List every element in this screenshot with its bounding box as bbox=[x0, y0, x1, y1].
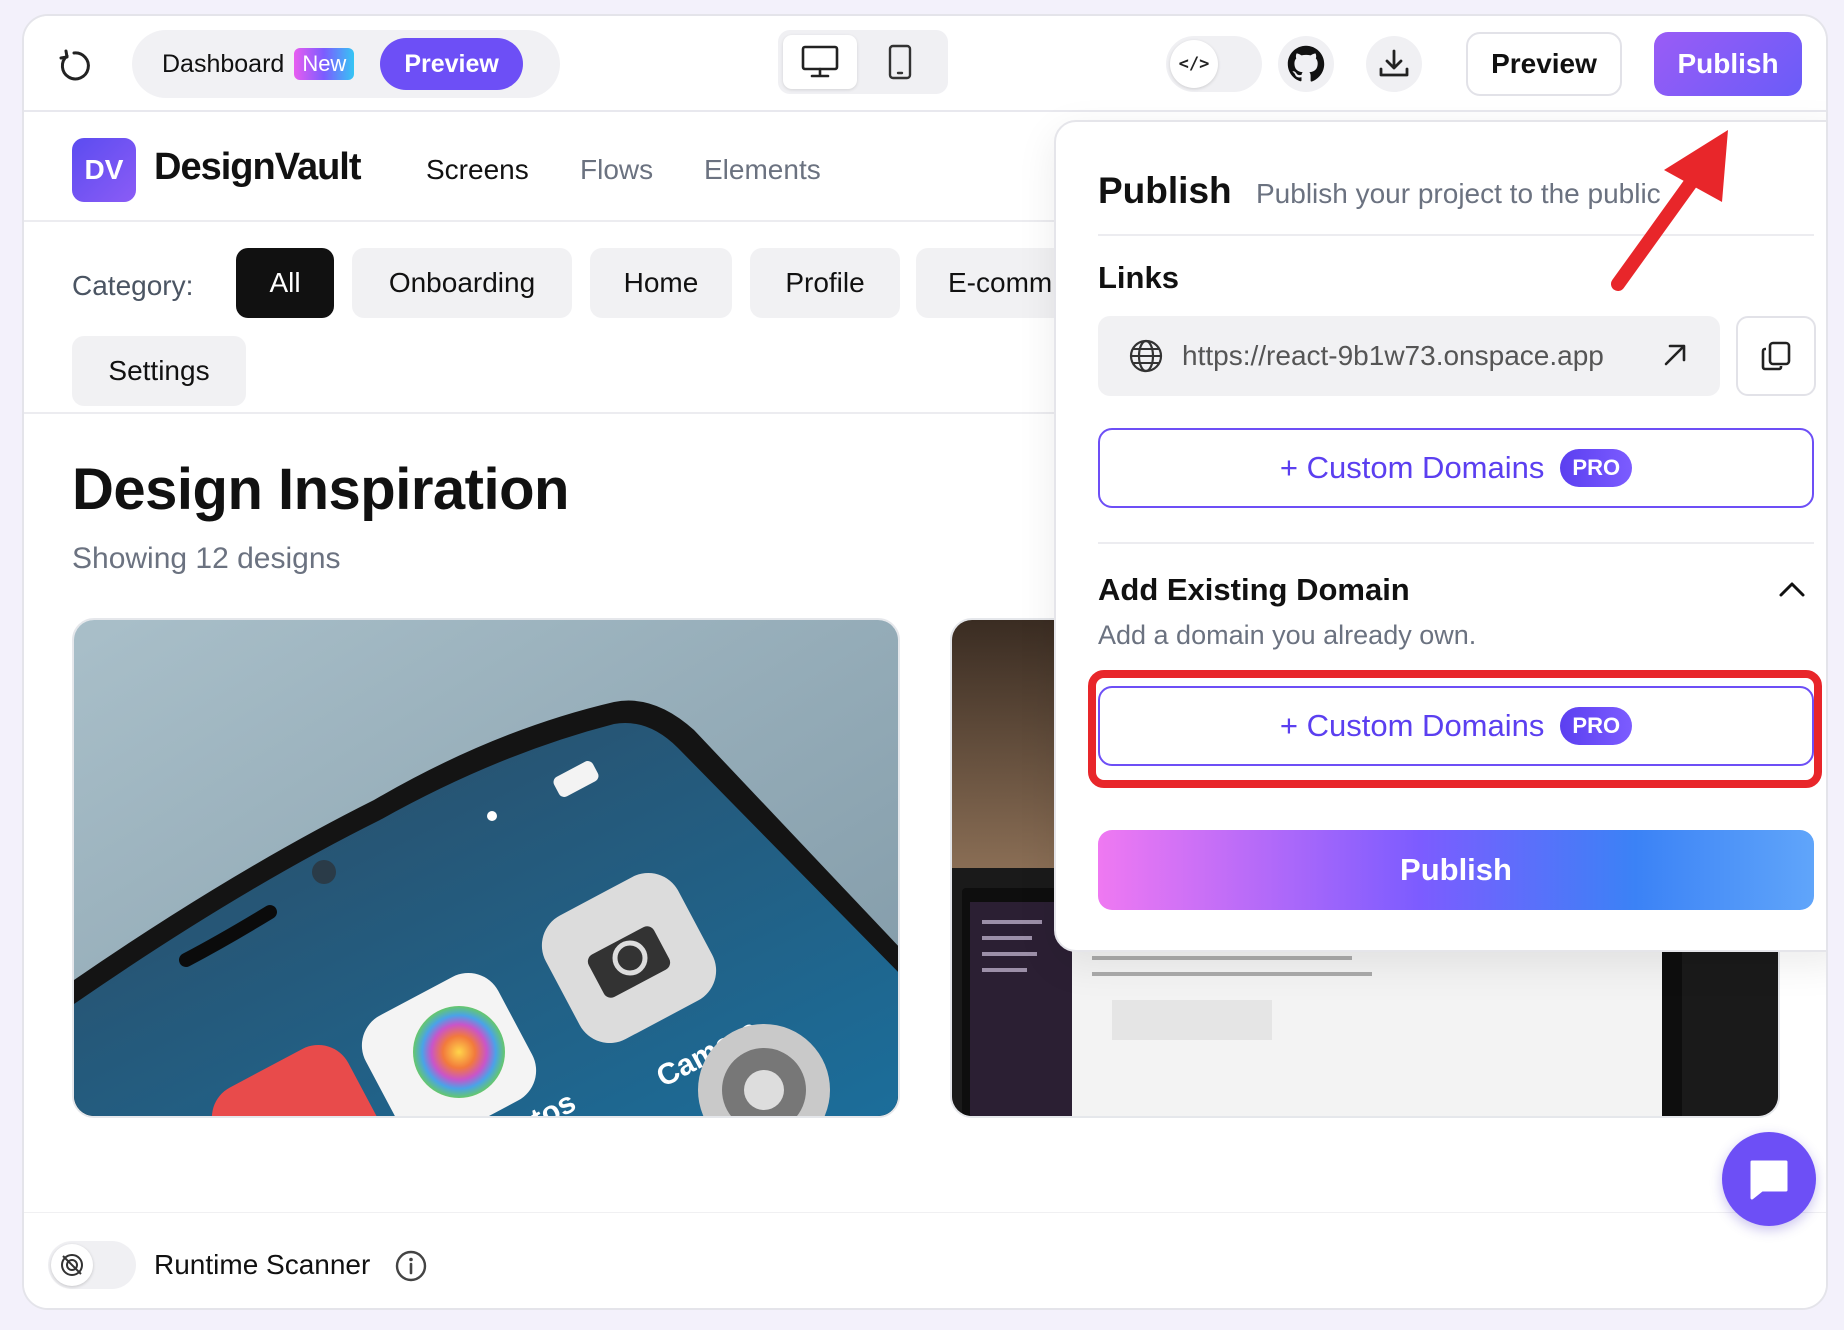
download-icon bbox=[1379, 49, 1409, 77]
logo-text[interactable]: DesignVault bbox=[154, 146, 361, 189]
category-chip-profile[interactable]: Profile bbox=[750, 248, 900, 318]
github-icon bbox=[1287, 45, 1325, 82]
refresh-icon[interactable] bbox=[52, 44, 96, 88]
add-existing-domain-heading: Add Existing Domain bbox=[1098, 572, 1410, 607]
custom-domains-button[interactable]: + Custom Domains PRO bbox=[1098, 428, 1814, 508]
runtime-scanner-toggle[interactable] bbox=[48, 1241, 136, 1289]
scanner-off-icon bbox=[51, 1244, 93, 1286]
mobile-icon bbox=[888, 44, 912, 80]
category-chip-onboarding[interactable]: Onboarding bbox=[352, 248, 572, 318]
annotation-highlight-box bbox=[1088, 670, 1822, 788]
divider bbox=[1098, 542, 1814, 544]
nav-flows[interactable]: Flows bbox=[580, 154, 653, 186]
category-label: Category: bbox=[72, 270, 194, 301]
app-window: Dashboard New Preview </> Preview Publis… bbox=[22, 14, 1828, 1310]
code-icon: </> bbox=[1170, 40, 1218, 88]
published-url-field[interactable]: https://react-9b1w73.onspace.app bbox=[1098, 316, 1720, 396]
published-url[interactable]: https://react-9b1w73.onspace.app bbox=[1182, 340, 1604, 372]
runtime-scanner-label: Runtime Scanner bbox=[154, 1249, 371, 1280]
phone-photo: Camera hotos bbox=[74, 620, 898, 1116]
annotation-arrow bbox=[1611, 130, 1728, 291]
category-chip-home[interactable]: Home bbox=[590, 248, 732, 318]
add-existing-domain-description: Add a domain you already own. bbox=[1098, 620, 1477, 650]
desktop-icon bbox=[801, 45, 839, 78]
publish-submit-button[interactable]: Publish bbox=[1098, 830, 1814, 910]
new-badge: New bbox=[294, 48, 355, 80]
code-toggle[interactable]: </> bbox=[1166, 36, 1262, 92]
external-link-icon[interactable] bbox=[1658, 338, 1692, 372]
download-button[interactable] bbox=[1366, 36, 1422, 92]
device-switcher bbox=[778, 30, 948, 94]
custom-domains-label: + Custom Domains bbox=[1279, 450, 1545, 485]
results-count: Showing 12 designs bbox=[72, 542, 341, 575]
category-chip-settings[interactable]: Settings bbox=[72, 336, 246, 406]
preview-mode-button[interactable]: Preview bbox=[380, 38, 523, 90]
category-chip-all[interactable]: All bbox=[236, 248, 334, 318]
chat-button[interactable] bbox=[1722, 1132, 1816, 1226]
pro-badge: PRO bbox=[1560, 449, 1633, 487]
publish-panel-title: Publish bbox=[1098, 170, 1232, 211]
chat-icon bbox=[1750, 1160, 1788, 1200]
info-icon[interactable] bbox=[394, 1249, 428, 1288]
chevron-up-icon[interactable] bbox=[1776, 576, 1808, 602]
top-toolbar: Dashboard New Preview </> Preview Publis… bbox=[24, 16, 1826, 112]
nav-elements[interactable]: Elements bbox=[704, 154, 821, 186]
github-button[interactable] bbox=[1278, 36, 1334, 92]
dashboard-link[interactable]: Dashboard bbox=[162, 50, 284, 79]
design-card-1[interactable]: Camera hotos bbox=[72, 618, 900, 1118]
desktop-view-button[interactable] bbox=[783, 35, 857, 89]
nav-screens[interactable]: Screens bbox=[426, 154, 529, 186]
publish-button[interactable]: Publish bbox=[1654, 32, 1802, 96]
copy-icon bbox=[1761, 341, 1791, 371]
copy-url-button[interactable] bbox=[1736, 316, 1816, 396]
preview-button[interactable]: Preview bbox=[1466, 32, 1622, 96]
category-chip-ecommerce[interactable]: E-comm bbox=[916, 248, 1076, 318]
logo-mark: DV bbox=[72, 138, 136, 202]
links-heading: Links bbox=[1098, 260, 1179, 295]
bottom-bar: Runtime Scanner bbox=[24, 1212, 1826, 1308]
globe-icon bbox=[1129, 339, 1163, 373]
dashboard-pill: Dashboard New Preview bbox=[132, 30, 560, 98]
mobile-view-button[interactable] bbox=[863, 35, 937, 89]
page-title: Design Inspiration bbox=[72, 457, 569, 522]
